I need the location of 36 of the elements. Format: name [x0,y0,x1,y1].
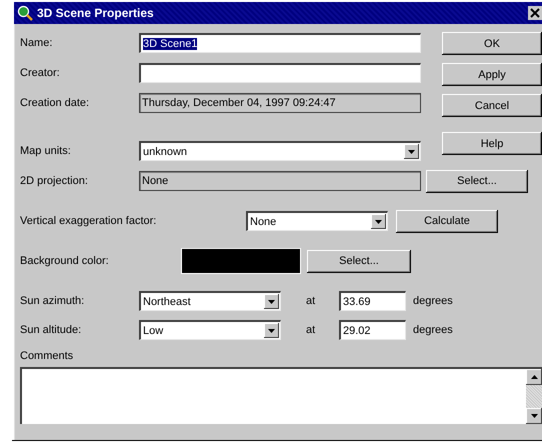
calculate-button[interactable]: Calculate [396,210,498,232]
field-label: 2D projection: [20,175,89,187]
dropdown[interactable]: Low [139,320,281,340]
text-field[interactable]: 3D Scene1 [139,33,421,53]
dropdown[interactable]: None [246,211,388,231]
window-title: 3D Scene Properties [37,6,154,20]
dialog-button[interactable]: Cancel [442,94,542,117]
color-swatch[interactable] [181,248,301,274]
field-label: Vertical exaggeration factor: [20,215,158,227]
dialog-button[interactable]: Help [442,132,542,155]
select-button[interactable]: Select... [307,250,411,272]
at-label: at [306,324,316,336]
comments-field[interactable] [20,367,542,424]
degrees-field[interactable]: 29.02 [339,320,406,340]
field-label: Creation date: [20,97,90,109]
dropdown[interactable]: unknown [139,141,421,161]
field-label: Creator: [20,67,61,79]
select-button[interactable]: Select... [426,170,528,192]
field-label: Map units: [20,145,72,157]
field-label: Name: [20,37,54,49]
close-icon[interactable] [528,6,542,20]
at-label: at [306,295,316,307]
scroll-down-icon[interactable] [526,408,542,424]
unit-label: degrees [413,324,453,336]
unit-label: degrees [413,295,453,307]
scrollbar[interactable] [526,369,542,424]
comments-label: Comments [20,350,74,362]
field-label: Sun azimuth: [20,295,86,307]
field-label: Background color: [20,255,110,267]
scroll-up-icon[interactable] [526,369,542,385]
degrees-field[interactable]: 33.69 [339,291,406,311]
dialog-button[interactable]: OK [442,32,542,55]
dropdown[interactable]: Northeast [139,291,281,311]
text-field[interactable] [139,63,421,83]
dialog-button[interactable]: Apply [442,63,542,86]
field-label: Sun altitude: [20,324,82,336]
